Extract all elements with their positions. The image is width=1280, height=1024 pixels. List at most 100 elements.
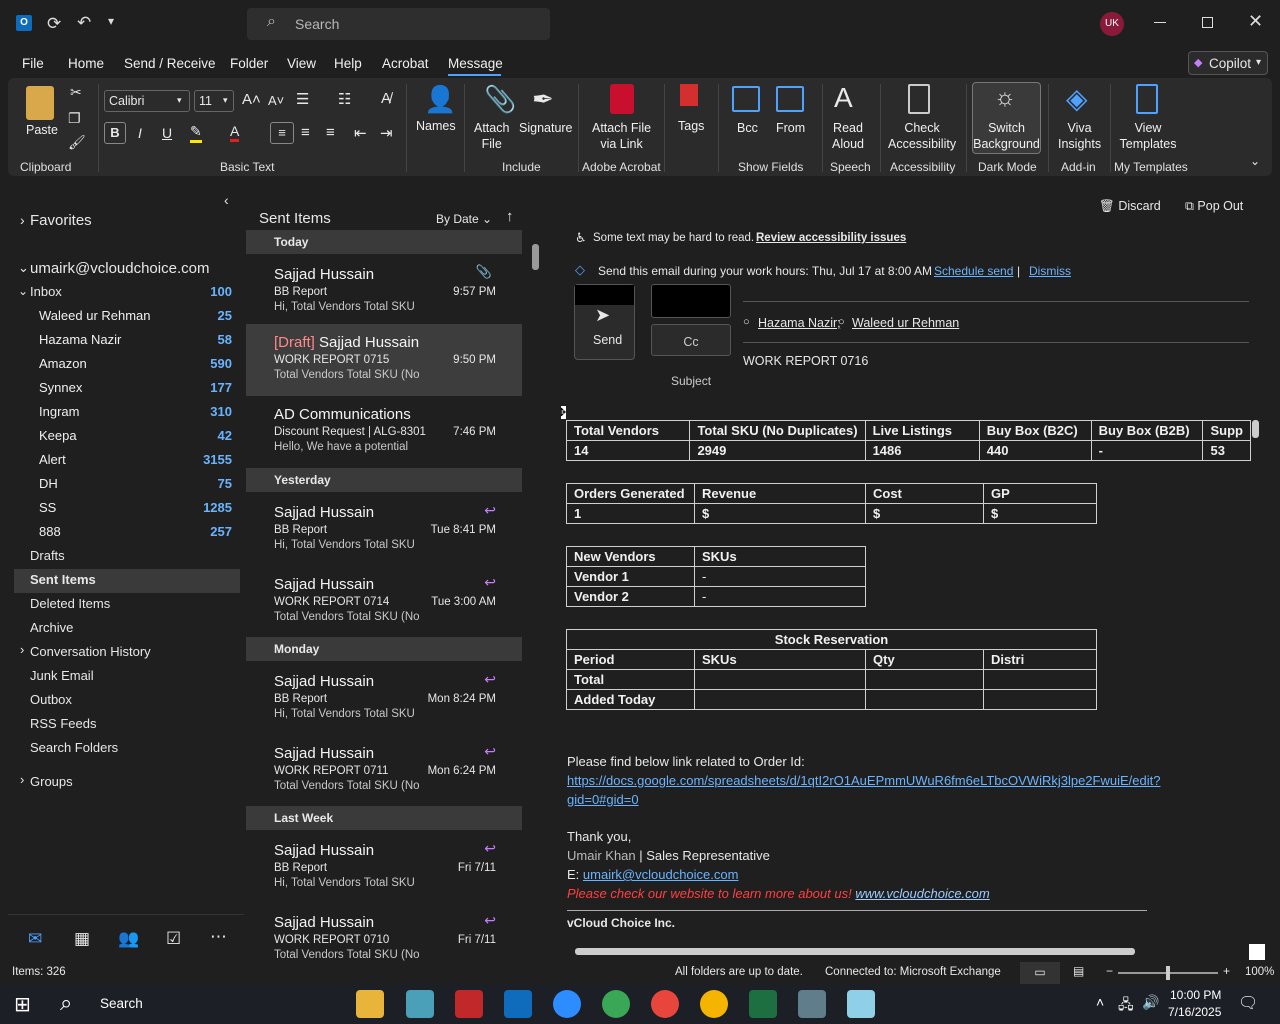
group-header-yesterday[interactable]: Yesterday xyxy=(246,468,522,492)
subfolder-item[interactable]: Keepa xyxy=(39,428,77,443)
subfolder-item[interactable]: DH xyxy=(39,476,58,491)
align-left-button[interactable]: ≡ xyxy=(270,122,294,144)
group-header-last-week[interactable]: Last Week xyxy=(246,806,522,830)
notepad-icon[interactable] xyxy=(847,990,875,1018)
scrollbar-thumb[interactable] xyxy=(532,244,539,270)
website-link[interactable]: www.vcloudchoice.com xyxy=(855,886,989,901)
group-header-monday[interactable]: Monday xyxy=(246,637,522,661)
menu-acrobat[interactable]: Acrobat xyxy=(382,56,429,71)
calendar-icon[interactable]: ▦ xyxy=(74,929,90,949)
folder-sent-items[interactable]: Sent Items xyxy=(30,572,96,587)
network-icon[interactable]: 🖧 xyxy=(1118,994,1134,1018)
subject-field[interactable]: WORK REPORT 0716 xyxy=(743,354,868,368)
normal-view-icon[interactable]: ▭ xyxy=(1020,962,1060,984)
volume-icon[interactable]: 🔊 xyxy=(1142,994,1159,1011)
paste-button[interactable]: Paste xyxy=(26,122,58,138)
restore-icon[interactable] xyxy=(1202,17,1213,28)
numbering-icon[interactable]: ☷ xyxy=(338,90,351,108)
format-painter-icon[interactable]: 🖌 xyxy=(68,134,86,151)
app-icon[interactable] xyxy=(406,990,434,1018)
subfolder-item[interactable]: Alert xyxy=(39,452,66,467)
tags-button[interactable]: Tags xyxy=(678,118,704,134)
signature-email-link[interactable]: umairk@vcloudchoice.com xyxy=(583,867,739,882)
names-button[interactable]: Names xyxy=(416,118,456,134)
clock-time[interactable]: 10:00 PM xyxy=(1170,988,1221,1002)
chevron-up-icon[interactable]: ˄ xyxy=(1096,994,1104,1010)
list-item[interactable]: Sajjad Hussain WORK REPORT 0714 Total Vend… xyxy=(246,566,522,636)
zoom-out-icon[interactable]: − xyxy=(1106,964,1113,978)
list-item[interactable]: Sajjad Hussain BB Report Hi, Total Vendors… xyxy=(246,663,522,733)
menu-folder[interactable]: Folder xyxy=(230,56,268,71)
subfolder-item[interactable]: Waleed ur Rehman xyxy=(39,308,151,323)
sync-icon[interactable]: ⟳ xyxy=(47,14,61,34)
attach-via-link-button[interactable]: Attach File via Link xyxy=(592,120,651,152)
chrome-profile-icon[interactable] xyxy=(651,990,679,1018)
signature-button[interactable]: Signature xyxy=(519,120,573,136)
list-item[interactable]: Sajjad Hussain WORK REPORT 0711 Total Vend… xyxy=(246,735,522,805)
windows-start-icon[interactable]: ⊞ xyxy=(14,992,31,1017)
folder-rss-feeds[interactable]: RSS Feeds xyxy=(30,716,96,731)
calculator-icon[interactable] xyxy=(798,990,826,1018)
taskbar-search-icon[interactable]: ⌕ xyxy=(60,990,72,1016)
taskbar-search[interactable]: Search xyxy=(100,996,143,1011)
menu-view[interactable]: View xyxy=(287,56,316,71)
zoom-icon[interactable] xyxy=(553,990,581,1018)
more-apps-icon[interactable]: ⋯ xyxy=(210,927,227,947)
folder-inbox[interactable]: Inbox xyxy=(30,284,62,299)
menu-home[interactable]: Home xyxy=(68,56,104,71)
shrink-font-icon[interactable]: A˅ xyxy=(268,93,284,108)
view-templates-button[interactable]: View Templates xyxy=(1114,120,1182,152)
sort-direction-icon[interactable]: ↑ xyxy=(506,208,514,225)
bold-button[interactable]: B xyxy=(104,122,126,144)
font-color-icon[interactable]: A xyxy=(230,123,240,142)
cc-field[interactable]: ○ Hazama Nazir; ○ Waleed ur Rehman xyxy=(743,314,1249,340)
mail-icon[interactable]: ✉ xyxy=(28,929,42,949)
close-icon[interactable]: ✕ xyxy=(1248,11,1263,32)
list-item[interactable]: Sajjad Hussain WORK REPORT 0710 Total Vend… xyxy=(246,904,522,962)
cc-button[interactable]: Cc xyxy=(651,324,731,356)
list-item[interactable]: Sajjad Hussain BB Report Hi, Total Vendors… xyxy=(246,256,522,326)
menu-send-receive[interactable]: Send / Receive xyxy=(124,56,216,71)
italic-button[interactable]: I xyxy=(138,125,142,141)
review-accessibility-link[interactable]: Review accessibility issues xyxy=(756,232,906,244)
menu-help[interactable]: Help xyxy=(334,56,362,71)
subfolder-item[interactable]: Ingram xyxy=(39,404,79,419)
from-button[interactable]: From xyxy=(776,120,805,136)
copy-icon[interactable]: ❐ xyxy=(68,110,81,127)
list-scrollbar[interactable] xyxy=(532,230,540,960)
subfolder-item[interactable]: Amazon xyxy=(39,356,87,371)
chrome-icon[interactable] xyxy=(602,990,630,1018)
read-aloud-button[interactable]: Read Aloud xyxy=(832,120,864,152)
spreadsheet-link-cont[interactable]: gid=0#gid=0 xyxy=(567,792,639,807)
sort-by-date-button[interactable]: By Date ⌄ xyxy=(436,212,492,226)
minimize-icon[interactable] xyxy=(1154,22,1166,23)
tasks-icon[interactable]: ☑ xyxy=(166,929,181,949)
list-item[interactable]: Sajjad Hussain BB Report Hi, Total Vendors… xyxy=(246,832,522,902)
spreadsheet-link[interactable]: https://docs.google.com/spreadsheets/d/1… xyxy=(567,773,1160,788)
highlight-icon[interactable]: ✎ xyxy=(190,123,202,143)
cc-recipient-hazama[interactable]: Hazama Nazir; xyxy=(758,316,841,330)
table-handle-icon[interactable]: ✥ xyxy=(561,406,567,419)
grow-font-icon[interactable]: A˄ xyxy=(242,91,261,108)
folder-drafts[interactable]: Drafts xyxy=(30,548,65,563)
folder-junk-email[interactable]: Junk Email xyxy=(30,668,94,683)
align-center-icon[interactable]: ≡ xyxy=(301,124,310,141)
align-right-icon[interactable]: ≡ xyxy=(326,124,335,141)
attach-file-button[interactable]: Attach File xyxy=(474,120,509,152)
check-accessibility-button[interactable]: Check Accessibility xyxy=(888,120,956,152)
bullets-icon[interactable]: ☰ xyxy=(296,90,309,108)
message-body[interactable]: ✥ Total Vendors Total SKU (No Duplicates)… xyxy=(561,406,1251,946)
file-explorer-icon[interactable] xyxy=(356,990,384,1018)
subfolder-item[interactable]: 888 xyxy=(39,524,61,539)
reading-view-icon[interactable]: ▤ xyxy=(1073,964,1084,978)
chrome-profile-icon[interactable] xyxy=(700,990,728,1018)
folder-outbox[interactable]: Outbox xyxy=(30,692,72,707)
avatar[interactable]: UK xyxy=(1100,12,1124,36)
cc-recipient-waleed[interactable]: Waleed ur Rehman xyxy=(852,316,959,330)
send-button[interactable]: ➤ Send xyxy=(574,284,635,360)
viva-insights-button[interactable]: Viva Insights xyxy=(1058,120,1101,152)
discard-button[interactable]: 🗑 Discard xyxy=(1099,199,1161,214)
font-name-select[interactable]: Calibri ▾ xyxy=(104,90,190,112)
collapse-pane-icon[interactable]: ‹ xyxy=(224,192,229,208)
excel-icon[interactable] xyxy=(749,990,777,1018)
